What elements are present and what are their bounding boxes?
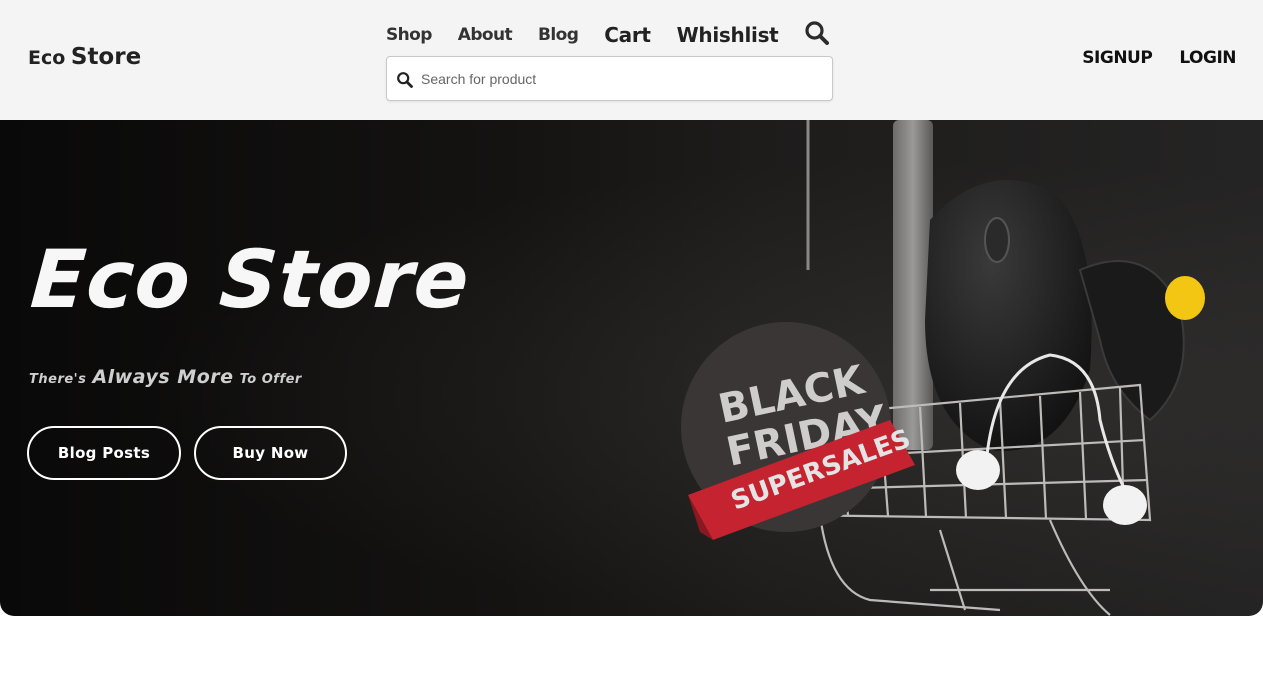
- blog-posts-button[interactable]: Blog Posts: [27, 426, 181, 480]
- fitness-band-shape: [1078, 260, 1205, 422]
- top-navbar: Eco Store Shop About Blog Cart Whishlist…: [0, 0, 1263, 120]
- nav-about-link[interactable]: About: [458, 25, 513, 45]
- nav-shop-link[interactable]: Shop: [386, 25, 432, 45]
- nav-wishlist-link[interactable]: Whishlist: [677, 23, 779, 47]
- search-input[interactable]: [421, 65, 821, 93]
- product-search-box: [386, 56, 833, 101]
- tagline-part-3: To Offer: [239, 372, 302, 387]
- black-friday-badge: BLACK FRIDAY SUPERSALES: [681, 322, 915, 540]
- main-nav: Shop About Blog Cart Whishlist: [386, 18, 830, 52]
- auth-links: SIGNUP LOGIN: [1082, 48, 1236, 68]
- brand-part-1: Eco: [28, 47, 66, 69]
- login-link[interactable]: LOGIN: [1179, 48, 1236, 68]
- nav-blog-link[interactable]: Blog: [538, 25, 579, 45]
- signup-link[interactable]: SIGNUP: [1082, 48, 1153, 68]
- hero-title: Eco Store: [27, 233, 473, 326]
- hero-banner: BLACK FRIDAY SUPERSALES Eco Store There'…: [0, 120, 1263, 616]
- brand-logo[interactable]: Eco Store: [28, 44, 141, 70]
- nav-cart-link[interactable]: Cart: [604, 23, 651, 47]
- hero-tagline: There's Always More To Offer: [29, 366, 302, 388]
- buy-now-button[interactable]: Buy Now: [194, 426, 347, 480]
- search-icon: [396, 71, 414, 89]
- brand-part-2: Store: [70, 44, 142, 70]
- tagline-part-2: Always More: [92, 366, 234, 388]
- mouse-shape: [925, 180, 1092, 451]
- search-icon[interactable]: [804, 20, 830, 46]
- tagline-part-1: There's: [29, 372, 87, 387]
